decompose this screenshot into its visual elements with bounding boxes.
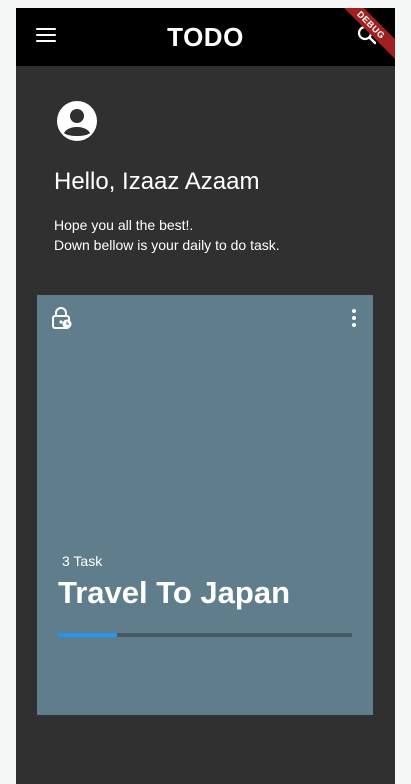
task-progress-fill: [58, 633, 117, 637]
greeting-subtitle: Hope you all the best!. Down bellow is y…: [54, 215, 280, 255]
task-card-title: Travel To Japan: [58, 575, 291, 610]
account-circle-icon: [57, 101, 97, 141]
task-count: 3 Task: [62, 553, 103, 569]
greeting-text: Hello, Izaaz Azaam: [54, 168, 260, 195]
app-screen: TODO DEBUG Hello, Izaaz Azaam Hope you a…: [16, 8, 395, 784]
subtitle-line-1: Hope you all the best!.: [54, 217, 194, 233]
task-progress-bar: [58, 633, 352, 637]
app-bar: TODO DEBUG: [16, 8, 395, 66]
more-vert-icon[interactable]: [351, 309, 357, 327]
task-card[interactable]: 3 Task Travel To Japan: [37, 295, 373, 715]
subtitle-line-2: Down bellow is your daily to do task.: [54, 237, 280, 253]
app-title: TODO: [167, 22, 244, 52]
lock-clock-icon: [52, 307, 72, 329]
